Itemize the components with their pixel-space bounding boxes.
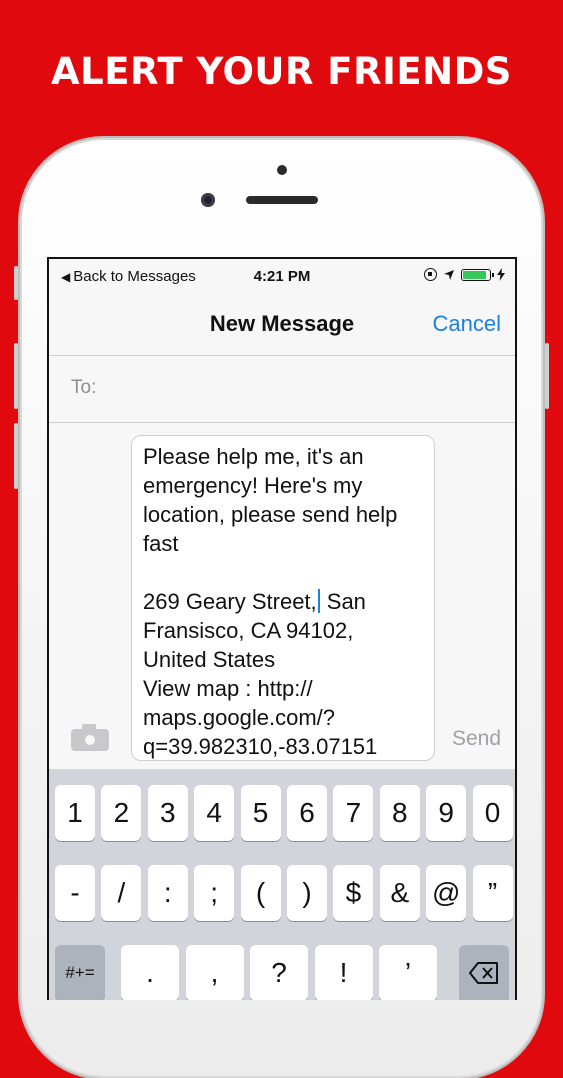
key[interactable]: ” [472, 865, 513, 921]
message-map-link: View map : http:// maps.google.com/? q=3… [143, 676, 378, 759]
key[interactable]: 0 [472, 785, 513, 841]
key[interactable]: ) [287, 865, 327, 921]
mute-switch [14, 266, 18, 300]
key[interactable]: ’ [379, 945, 437, 1000]
recipient-field[interactable]: To: [49, 356, 515, 423]
cancel-button[interactable]: Cancel [433, 311, 501, 337]
headline: ALERT YOUR FRIENDS [51, 50, 512, 93]
backspace-icon [469, 962, 498, 984]
message-paragraph: Please help me, it's an emergency! Here'… [143, 444, 398, 556]
key[interactable]: ( [240, 865, 281, 921]
key[interactable]: - [55, 865, 95, 921]
message-address: 269 Geary Street, San Fransisco, CA 9410… [143, 587, 423, 674]
backspace-key[interactable] [459, 945, 509, 1000]
keyboard: 1234567890 - /:;() $ & @” #+= .,?!’ [49, 769, 515, 1000]
key[interactable]: 6 [287, 785, 327, 841]
navigation-bar: New Message Cancel [49, 293, 515, 356]
key[interactable]: 8 [379, 785, 420, 841]
status-icons [424, 268, 505, 281]
front-camera-icon [201, 193, 215, 207]
volume-down-button [14, 423, 18, 489]
charging-bolt-icon [497, 268, 505, 281]
key[interactable]: ; [194, 865, 235, 921]
key[interactable]: 5 [240, 785, 281, 841]
key[interactable]: 7 [333, 785, 374, 841]
status-bar: ◀ Back to Messages 4:21 PM [49, 259, 515, 293]
proximity-sensor [277, 165, 287, 175]
compose-area: Please help me, it's an emergency! Here'… [49, 423, 515, 769]
key[interactable]: @ [426, 865, 467, 921]
earpiece-speaker [246, 196, 318, 204]
message-spacer [143, 558, 423, 587]
key[interactable]: 1 [55, 785, 95, 841]
location-arrow-icon [444, 269, 454, 280]
key[interactable]: 3 [147, 785, 188, 841]
key[interactable]: $ [333, 865, 374, 921]
key[interactable]: 9 [426, 785, 467, 841]
key[interactable]: & [379, 865, 420, 921]
key[interactable]: ! [314, 945, 373, 1000]
to-label: To: [71, 377, 97, 398]
key[interactable]: . [121, 945, 179, 1000]
key[interactable]: 2 [101, 785, 142, 841]
more-symbols-key[interactable]: #+= [55, 945, 105, 1000]
volume-up-button [14, 343, 18, 409]
key[interactable]: 4 [194, 785, 235, 841]
key[interactable]: : [147, 865, 188, 921]
rotation-lock-icon [424, 268, 437, 281]
key[interactable]: ? [250, 945, 308, 1000]
phone-screen: ◀ Back to Messages 4:21 PM New Message C… [47, 257, 517, 1000]
send-button[interactable]: Send [452, 727, 501, 751]
camera-icon[interactable] [71, 723, 109, 751]
key[interactable]: , [185, 945, 244, 1000]
address-part-1: 269 Geary Street, [143, 589, 317, 614]
text-cursor [317, 589, 320, 613]
message-input[interactable]: Please help me, it's an emergency! Here'… [131, 435, 435, 761]
battery-icon [461, 268, 494, 281]
power-button [545, 343, 549, 409]
key[interactable]: / [101, 865, 142, 921]
